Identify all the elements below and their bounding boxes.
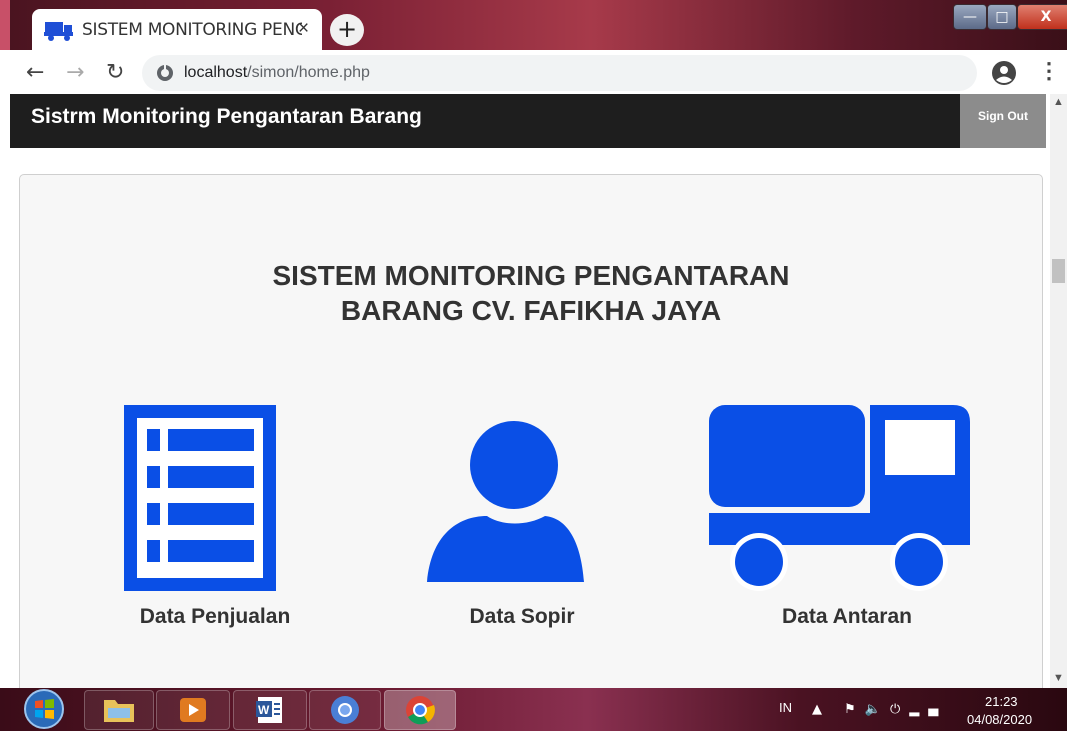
menu-label-data-penjualan[interactable]: Data Penjualan: [65, 605, 365, 629]
browser-title-bar: SISTEM MONITORING PENGANTARAN BARANG × +…: [0, 0, 1067, 50]
tab-title: SISTEM MONITORING PENGANTARAN BARANG: [82, 19, 302, 40]
menu-label-data-antaran[interactable]: Data Antaran: [697, 605, 997, 629]
action-center-flag-icon[interactable]: ⚑: [844, 702, 865, 717]
kebab-menu-icon[interactable]: ⋮: [1038, 58, 1060, 84]
power-icon[interactable]: ⏻: [890, 702, 909, 717]
window-minimize-button[interactable]: —: [953, 4, 987, 30]
list-document-icon[interactable]: [124, 405, 276, 591]
network-signal-icon[interactable]: ▂▄: [909, 702, 947, 717]
folder-icon: [104, 700, 134, 722]
sign-out-button[interactable]: Sign Out: [960, 94, 1046, 148]
forward-arrow-icon[interactable]: →: [66, 60, 84, 85]
window-close-button[interactable]: X: [1017, 4, 1067, 30]
profile-icon[interactable]: [991, 60, 1017, 86]
clock-date[interactable]: 04/08/2020: [967, 712, 1032, 727]
volume-icon[interactable]: 🔈: [865, 702, 890, 717]
menu-label-data-sopir[interactable]: Data Sopir: [372, 605, 672, 629]
address-bar[interactable]: localhost/simon/home.php: [142, 55, 977, 91]
window-maximize-button[interactable]: □: [987, 4, 1017, 30]
tray-expand-icon[interactable]: ▲: [812, 702, 831, 717]
tray-icons[interactable]: ▲ ⚑🔈⏻▂▄: [812, 702, 947, 717]
windows-start-button[interactable]: [20, 688, 68, 731]
chromium-icon: [331, 696, 359, 724]
taskbar-chrome[interactable]: [384, 690, 456, 730]
new-tab-button[interactable]: +: [330, 14, 364, 46]
media-player-icon: [180, 698, 206, 722]
navbar-brand[interactable]: Sistrm Monitoring Pengantaran Barang: [31, 105, 422, 129]
browser-toolbar: ← → ↻ localhost/simon/home.php ⋮: [0, 50, 1067, 94]
dashboard-panel: SISTEM MONITORING PENGANTARAN BARANG CV.…: [19, 174, 1043, 688]
tab-close-icon[interactable]: ×: [298, 18, 309, 40]
url-path: /simon/home.php: [247, 64, 370, 81]
chrome-icon: [406, 696, 435, 725]
person-icon[interactable]: [427, 416, 587, 582]
page-scrollbar[interactable]: ▲ ▼: [1050, 94, 1067, 688]
back-arrow-icon[interactable]: ←: [26, 60, 44, 85]
taskbar-word[interactable]: W: [233, 690, 307, 730]
taskbar-media-player[interactable]: [156, 690, 230, 730]
truck-favicon-icon: [44, 21, 73, 41]
word-icon: W: [256, 697, 282, 723]
menu-card-data-antaran[interactable]: Data Antaran: [697, 400, 997, 640]
svg-text:W: W: [258, 703, 270, 717]
top-navbar: Sistrm Monitoring Pengantaran Barang Sig…: [10, 94, 1046, 148]
menu-card-data-sopir[interactable]: Data Sopir: [372, 400, 672, 640]
taskbar-file-explorer[interactable]: [84, 690, 154, 730]
menu-card-data-penjualan[interactable]: Data Penjualan: [65, 400, 365, 640]
url-host: localhost: [184, 64, 248, 81]
clock-time[interactable]: 21:23: [985, 694, 1018, 709]
scroll-down-arrow-icon[interactable]: ▼: [1053, 672, 1064, 684]
truck-icon[interactable]: [709, 405, 973, 591]
site-info-icon[interactable]: [156, 64, 174, 82]
tray-language[interactable]: IN: [779, 700, 792, 715]
taskbar-chromium[interactable]: [309, 690, 381, 730]
reload-icon[interactable]: ↻: [106, 60, 124, 85]
browser-tab-active[interactable]: SISTEM MONITORING PENGANTARAN BARANG ×: [32, 9, 322, 50]
page-title-line-2: BARANG CV. FAFIKHA JAYA: [340, 295, 722, 326]
scroll-up-arrow-icon[interactable]: ▲: [1053, 96, 1064, 108]
scroll-thumb[interactable]: [1052, 259, 1065, 283]
windows-taskbar: W IN ▲ ⚑🔈⏻▂▄ 21:23 04/08/2020: [0, 688, 1067, 731]
web-page: Sistrm Monitoring Pengantaran Barang Sig…: [10, 94, 1046, 688]
page-title-line-1: SISTEM MONITORING PENGANTARAN: [272, 260, 790, 291]
